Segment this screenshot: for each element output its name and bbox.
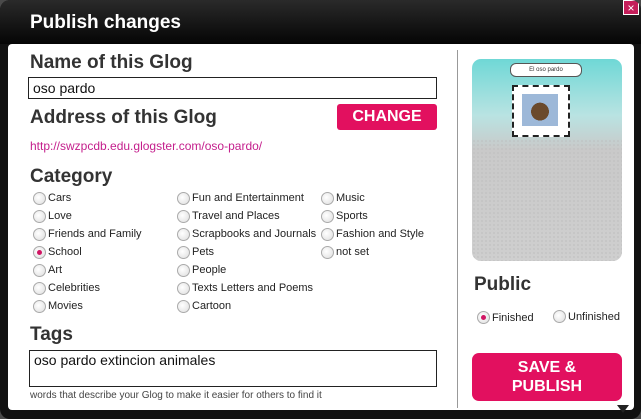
category-radio-not-set[interactable] [321,246,334,259]
public-unfinished-radio[interactable] [553,310,566,323]
category-radio-scrapbooks-and-journals[interactable] [177,228,190,241]
category-label: Music [336,192,365,204]
category-label: Pets [192,246,215,258]
category-label: Fun and Entertainment [192,192,304,204]
category-radio-pets[interactable] [177,246,190,259]
category-label: Texts Letters and Poems [192,282,314,294]
public-finished-radio[interactable] [477,311,490,324]
public-heading: Public [474,274,532,295]
public-unfinished-label: Unfinished [568,311,620,323]
public-finished-label: Finished [492,312,534,324]
category-heading: Category [30,166,113,187]
category-label: Cartoon [192,300,232,312]
category-label: Fashion and Style [336,228,425,240]
category-radio-friends-and-family[interactable] [33,228,46,241]
tags-hint: words that describe your Glog to make it… [30,390,322,401]
category-radio-cartoon[interactable] [177,300,190,313]
category-radio-music[interactable] [321,192,334,205]
preview-background [472,139,622,261]
category-label: Movies [48,300,83,312]
category-radio-celebrities[interactable] [33,282,46,295]
category-label: Travel and Places [192,210,280,222]
dialog-title: Publish changes [30,12,181,33]
category-radio-texts-letters-and-poems[interactable] [177,282,190,295]
title-bar: Publish changes × [0,0,641,44]
save-button-line1: SAVE & [517,359,577,376]
save-and-publish-button[interactable]: SAVE & PUBLISH [472,353,622,401]
change-button[interactable]: CHANGE [337,104,437,130]
category-label: Friends and Family [48,228,142,240]
category-label: Art [48,264,63,276]
category-radio-art[interactable] [33,264,46,277]
category-label: Celebrities [48,282,100,294]
column-divider [457,50,458,408]
name-heading: Name of this Glog [30,52,193,73]
category-label: Sports [336,210,368,222]
glog-preview-thumbnail[interactable]: El oso pardo [472,59,622,261]
tags-heading: Tags [30,324,73,345]
category-label: not set [336,246,370,258]
address-heading: Address of this Glog [30,107,217,128]
category-label: People [192,264,227,276]
category-label: School [48,246,82,258]
bear-photo [522,94,558,126]
category-radio-school[interactable] [33,246,46,259]
category-radio-fun-and-entertainment[interactable] [177,192,190,205]
category-radio-travel-and-places[interactable] [177,210,190,223]
category-label: Love [48,210,72,222]
stamp-image-frame [512,85,570,137]
category-radio-movies[interactable] [33,300,46,313]
category-radio-sports[interactable] [321,210,334,223]
category-label: Scrapbooks and Journals [192,228,317,240]
preview-caption: El oso pardo [510,63,582,77]
save-button-line2: PUBLISH [511,378,583,395]
category-label: Cars [48,192,72,204]
resize-grip-icon[interactable] [617,405,629,413]
glog-address-link[interactable]: http://swzpcdb.edu.glogster.com/oso-pard… [30,139,262,153]
category-radio-love[interactable] [33,210,46,223]
close-icon[interactable]: × [623,0,639,15]
glog-name-input[interactable] [28,77,437,99]
category-radio-cars[interactable] [33,192,46,205]
category-radio-people[interactable] [177,264,190,277]
category-radio-fashion-and-style[interactable] [321,228,334,241]
publish-dialog: Publish changes × Name of this Glog Addr… [0,0,641,419]
tags-input[interactable]: oso pardo extincion animales [29,350,437,387]
